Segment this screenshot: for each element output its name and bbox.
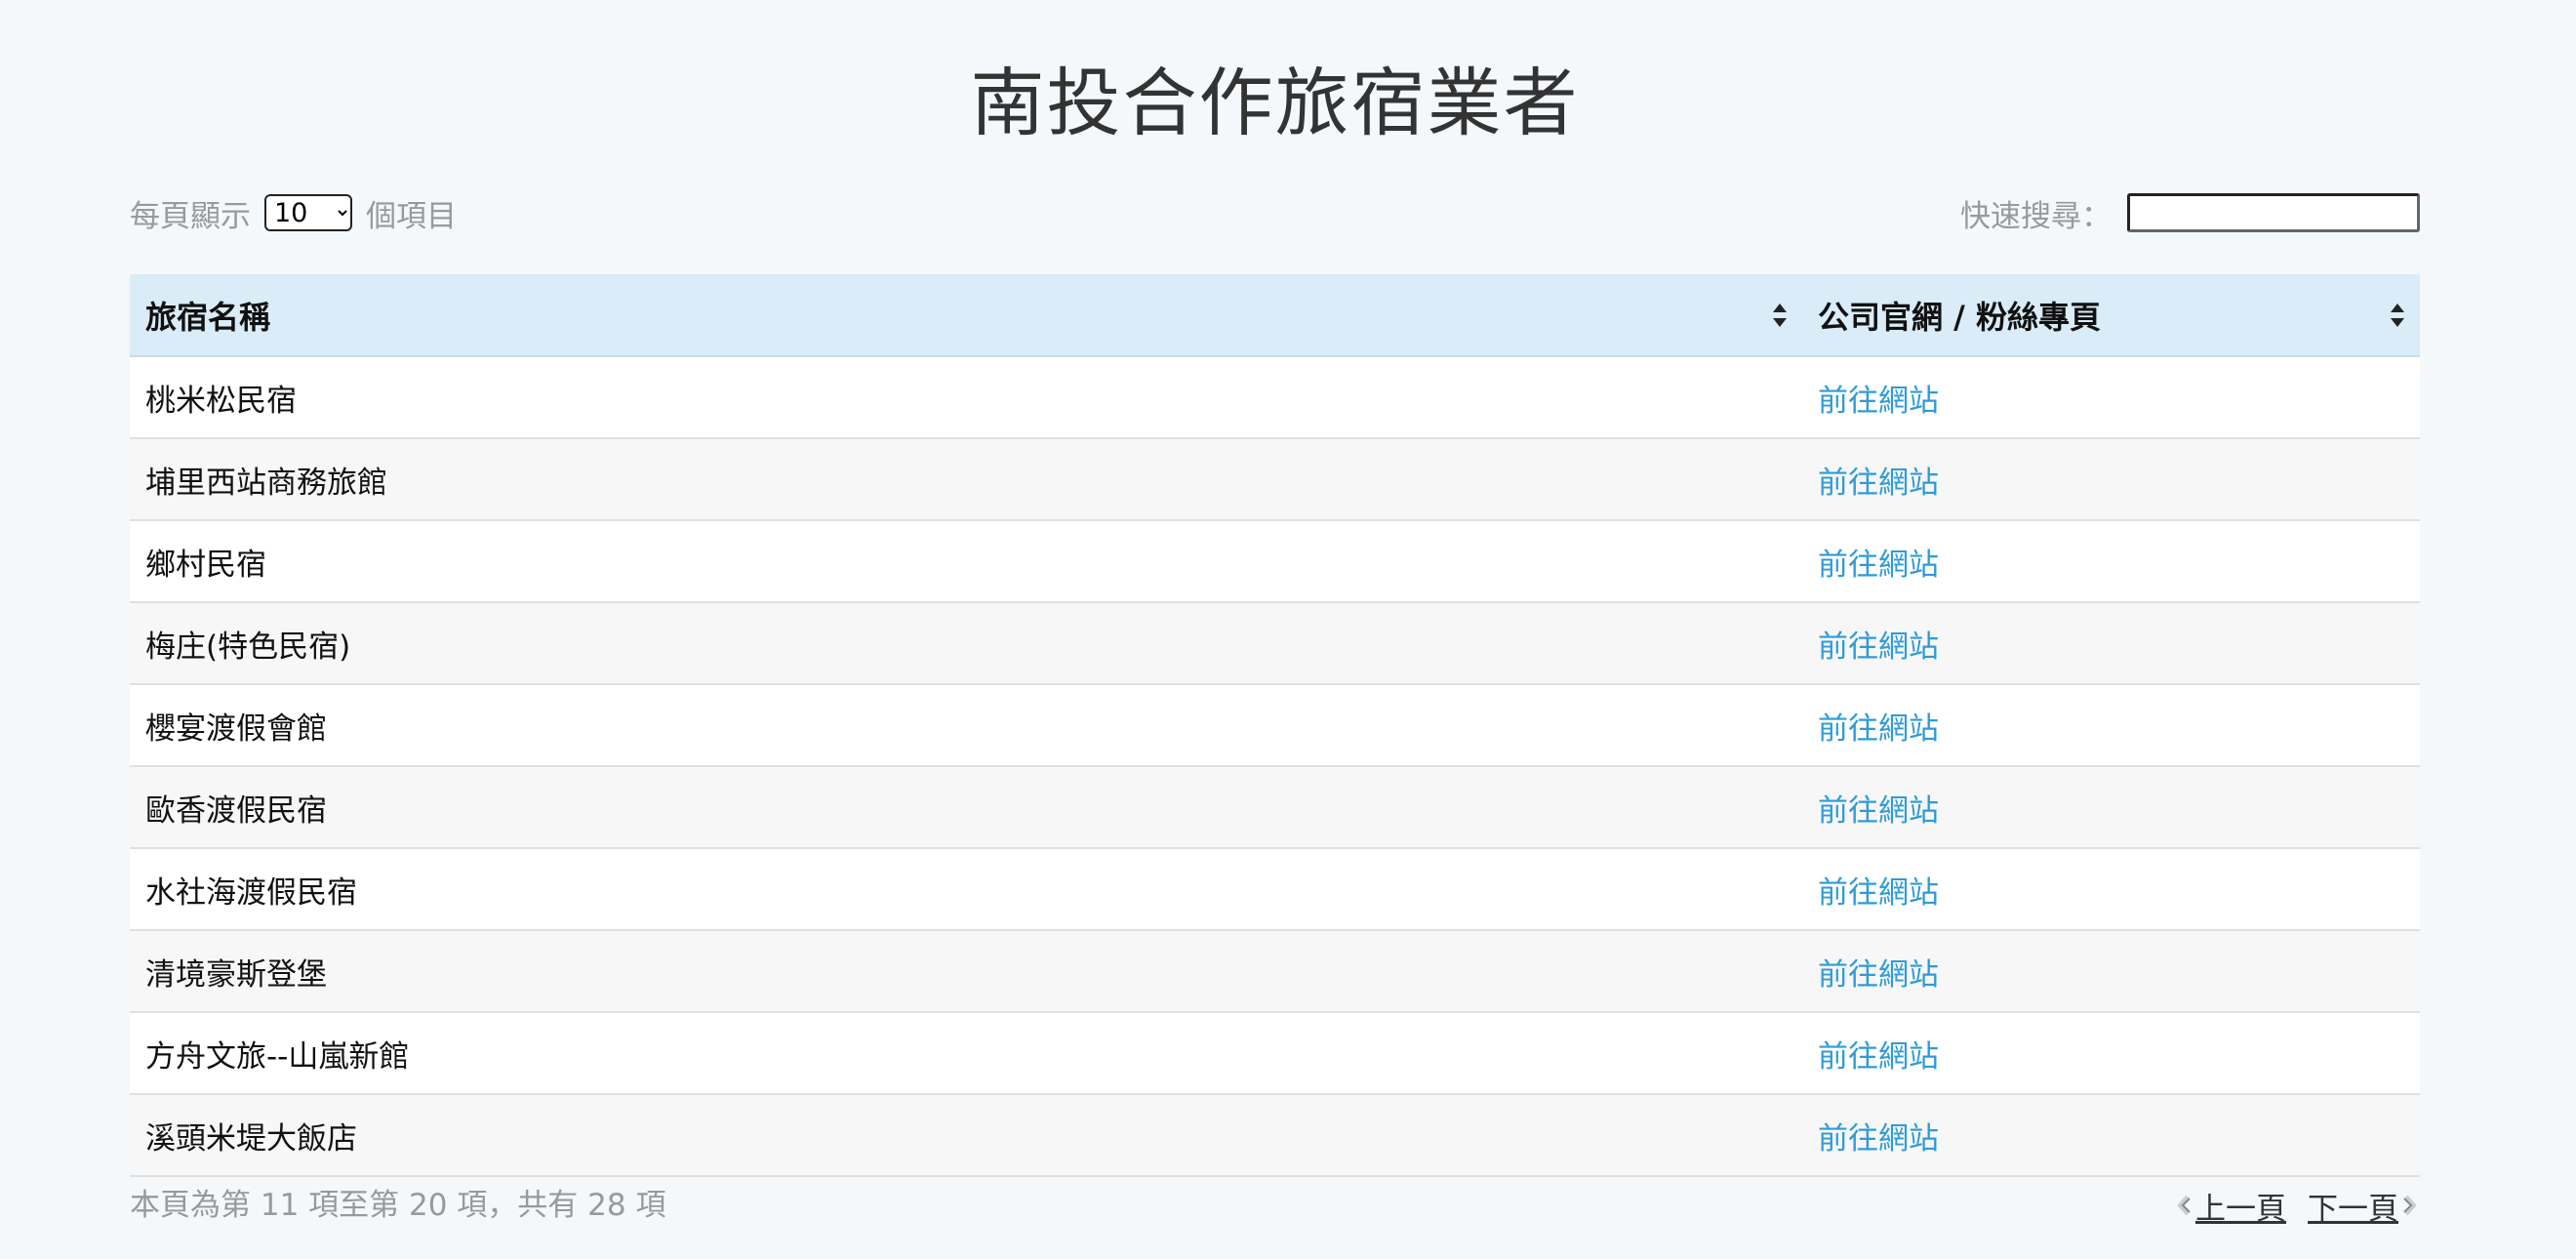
website-cell: 前往網站 [1802,438,2420,521]
website-link[interactable]: 前往網站 [1818,1121,1939,1157]
website-link[interactable]: 前往網站 [1818,384,1939,419]
lodging-name: 歐香渡假民宿 [130,766,1802,849]
column-header-website[interactable]: 公司官網 / 粉絲專頁 [1802,274,2420,357]
table-row: 梅庄(特色民宿) 前往網站 [130,602,2420,685]
lodging-name: 方舟文旅--山嵐新館 [130,1012,1802,1095]
search-label: 快速搜尋： [1960,198,2112,234]
website-cell: 前往網站 [1802,766,2420,849]
pagination: 上一頁 下一頁 [2174,1181,2420,1230]
table-row: 歐香渡假民宿 前往網站 [130,766,2420,849]
website-cell: 前往網站 [1802,602,2420,685]
website-link[interactable]: 前往網站 [1818,548,1939,583]
website-cell: 前往網站 [1802,848,2420,931]
chevron-right-icon [2403,1195,2417,1216]
page-title: 南投合作旅宿業者 [970,60,1580,146]
search-input[interactable] [2127,193,2420,232]
lodging-name: 清境豪斯登堡 [130,930,1802,1013]
lodging-name: 梅庄(特色民宿) [130,602,1802,685]
website-link[interactable]: 前往網站 [1818,875,1939,911]
website-cell: 前往網站 [1802,356,2420,439]
page-length-suffix: 個項目 [366,198,457,234]
table-row: 水社海渡假民宿 前往網站 [130,848,2420,931]
page-length-select[interactable]: 10 [264,194,352,231]
website-link[interactable]: 前往網站 [1818,793,1939,829]
next-page-button[interactable]: 下一頁 [2308,1184,2420,1228]
lodging-name: 溪頭米堤大飯店 [130,1094,1802,1177]
lodging-name: 埔里西站商務旅館 [130,438,1802,521]
column-header-label: 旅宿名稱 [145,298,271,336]
lodging-name: 桃米松民宿 [130,356,1802,439]
website-link[interactable]: 前往網站 [1818,466,1939,501]
website-link[interactable]: 前往網站 [1818,711,1939,747]
website-cell: 前往網站 [1802,1012,2420,1095]
website-cell: 前往網站 [1802,1094,2420,1177]
next-page-label: 下一頁 [2308,1191,2398,1227]
table-row: 溪頭米堤大飯店 前往網站 [130,1094,2420,1177]
website-link[interactable]: 前往網站 [1818,957,1939,993]
prev-page-label: 上一頁 [2195,1191,2286,1227]
lodging-name: 櫻宴渡假會館 [130,684,1802,767]
lodging-name: 水社海渡假民宿 [130,848,1802,931]
quick-search: 快速搜尋： [1960,185,2420,240]
table-info: 本頁為第 11 項至第 20 項，共有 28 項 [130,1188,666,1223]
column-header-label: 公司官網 / 粉絲專頁 [1818,298,2101,336]
page-length-control: 每頁顯示 10 個項目 [130,185,457,240]
table-row: 方舟文旅--山嵐新館 前往網站 [130,1012,2420,1095]
table-controls: 每頁顯示 10 個項目 快速搜尋： [130,185,2420,240]
table-row: 埔里西站商務旅館 前往網站 [130,438,2420,521]
website-cell: 前往網站 [1802,520,2420,603]
table-row: 櫻宴渡假會館 前往網站 [130,684,2420,767]
column-header-name[interactable]: 旅宿名稱 [130,274,1802,357]
table-row: 清境豪斯登堡 前往網站 [130,930,2420,1013]
table-header-row: 旅宿名稱 公司官網 / 粉絲專頁 [130,274,2420,357]
prev-page-button[interactable]: 上一頁 [2174,1184,2286,1228]
website-link[interactable]: 前往網站 [1818,630,1939,665]
lodging-table: 旅宿名稱 公司官網 / 粉絲專頁 桃米松民宿 前往網站 埔里西站商務旅館 前往網… [130,274,2420,1177]
table-row: 鄉村民宿 前往網站 [130,520,2420,603]
sort-icon [2391,303,2404,327]
chevron-left-icon [2177,1195,2191,1216]
website-cell: 前往網站 [1802,684,2420,767]
lodging-name: 鄉村民宿 [130,520,1802,603]
sort-icon [1773,303,1787,327]
page: 南投合作旅宿業者 每頁顯示 10 個項目 快速搜尋： 旅宿名稱 公司官網 / 粉… [130,0,2420,1259]
page-length-prefix: 每頁顯示 [130,198,251,234]
website-cell: 前往網站 [1802,930,2420,1013]
table-row: 桃米松民宿 前往網站 [130,356,2420,439]
website-link[interactable]: 前往網站 [1818,1039,1939,1075]
